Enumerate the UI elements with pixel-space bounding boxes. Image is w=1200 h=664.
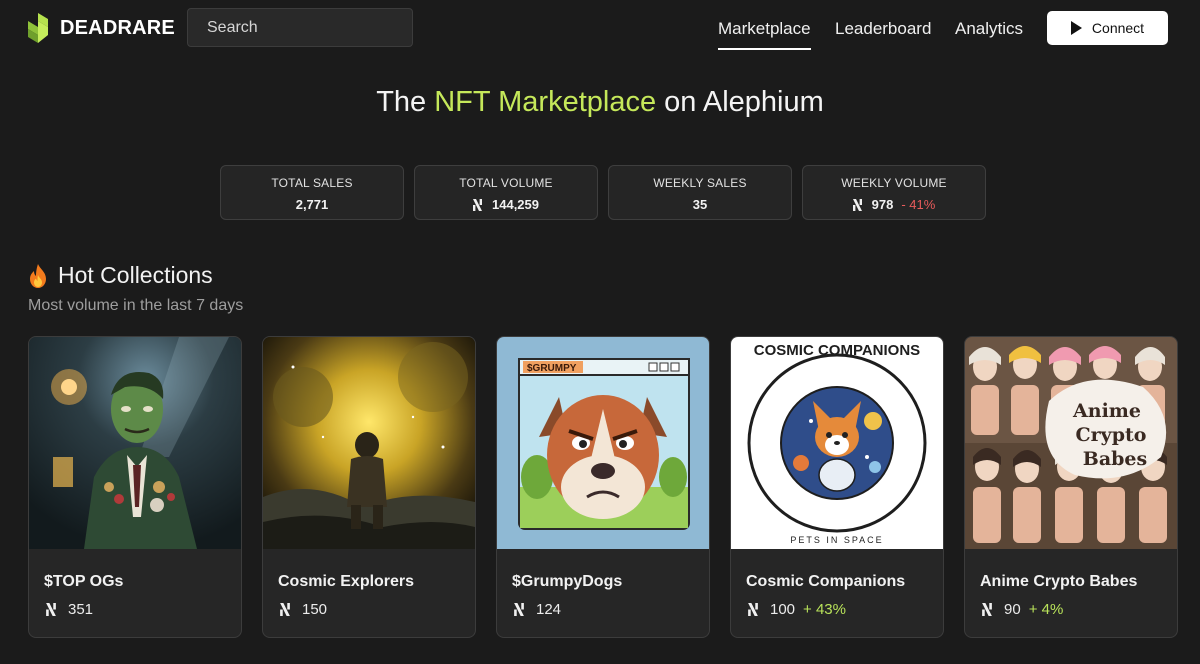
fire-icon bbox=[30, 263, 46, 288]
collection-volume: 150 bbox=[302, 601, 328, 618]
grumpy-dog-artwork-icon: $GRUMPY bbox=[497, 337, 709, 549]
collection-name: Anime Crypto Babes bbox=[980, 573, 1138, 590]
stat-weekly-volume: WEEKLY VOLUME 978 - 41% bbox=[802, 165, 986, 220]
hero-accent: NFT Marketplace bbox=[434, 86, 657, 118]
nav-leaderboard[interactable]: Leaderboard bbox=[835, 19, 931, 39]
collection-name: $TOP OGs bbox=[44, 573, 124, 590]
brand-logo[interactable]: DEADRARE bbox=[28, 13, 175, 43]
anime-badge-line-2: Crypto bbox=[1076, 424, 1147, 446]
hero-prefix: The bbox=[376, 86, 427, 118]
stat-value-row: 35 bbox=[609, 197, 791, 212]
collection-card-cosmic-companions[interactable]: COSMIC COMPANIONS PETS IN SPACE Cosmic C… bbox=[730, 336, 944, 638]
astronaut-nebula-artwork-icon bbox=[263, 337, 475, 549]
stat-label: WEEKLY SALES bbox=[653, 176, 747, 190]
collection-volume-row: 90 + 4% bbox=[982, 601, 1063, 618]
nav-analytics[interactable]: Analytics bbox=[955, 19, 1023, 39]
stat-value-row: 2,771 bbox=[221, 197, 403, 212]
alph-currency-icon bbox=[514, 603, 524, 616]
corgi-astronaut-artwork-icon: COSMIC COMPANIONS PETS IN SPACE bbox=[731, 337, 943, 549]
collection-card-top-ogs[interactable]: $TOP OGs 351 bbox=[28, 336, 242, 638]
stat-change-negative: - 41% bbox=[901, 197, 936, 212]
collection-image: $GRUMPY bbox=[497, 337, 709, 549]
alph-currency-icon bbox=[982, 603, 992, 616]
anime-badge-line-3: Babes bbox=[1083, 448, 1147, 470]
collection-card-cosmic-explorers[interactable]: Cosmic Explorers 150 bbox=[262, 336, 476, 638]
collection-card-grumpy-dogs[interactable]: $GRUMPY $GrumpyDogs 124 bbox=[496, 336, 710, 638]
collection-volume: 124 bbox=[536, 601, 562, 618]
top-header: DEADRARE Marketplace Leaderboard Analyti… bbox=[0, 0, 1200, 60]
stat-value-row: 144,259 bbox=[415, 197, 597, 212]
hero-suffix: on Alephium bbox=[664, 86, 824, 118]
deadrare-logo-icon bbox=[28, 13, 48, 43]
stat-label: TOTAL VOLUME bbox=[459, 176, 553, 190]
hero-title: The NFT Marketplace on Alephium bbox=[0, 86, 1200, 119]
stat-total-volume: TOTAL VOLUME 144,259 bbox=[414, 165, 598, 220]
stat-value: 144,259 bbox=[492, 197, 539, 212]
section-title-text: Hot Collections bbox=[58, 262, 213, 288]
collection-volume-row: 351 bbox=[46, 601, 93, 618]
nav-marketplace[interactable]: Marketplace bbox=[718, 19, 811, 50]
collection-volume: 90 bbox=[1004, 601, 1021, 618]
alph-currency-icon bbox=[46, 603, 56, 616]
anime-collage-artwork-icon: Anime Crypto Babes bbox=[965, 337, 1177, 549]
alph-currency-icon bbox=[280, 603, 290, 616]
section-subtitle: Most volume in the last 7 days bbox=[28, 297, 244, 314]
collection-volume: 351 bbox=[68, 601, 94, 618]
collection-volume: 100 bbox=[770, 601, 796, 618]
alph-currency-icon bbox=[852, 198, 862, 211]
companions-ring-text: COSMIC COMPANIONS bbox=[754, 342, 920, 359]
alph-currency-icon bbox=[473, 198, 482, 211]
collection-volume-row: 100 + 43% bbox=[748, 601, 846, 618]
anime-badge-line-1: Anime bbox=[1072, 400, 1141, 422]
collection-image bbox=[29, 337, 241, 549]
collection-card-anime-crypto-babes[interactable]: Anime Crypto Babes Anime Crypto Babes 90… bbox=[964, 336, 1178, 638]
collection-volume-row: 124 bbox=[514, 601, 561, 618]
collection-image: COSMIC COMPANIONS PETS IN SPACE bbox=[731, 337, 943, 549]
brand-name: DEADRARE bbox=[60, 16, 175, 39]
stat-total-sales: TOTAL SALES 2,771 bbox=[220, 165, 404, 220]
grumpy-banner-text: $GRUMPY bbox=[527, 363, 577, 374]
collection-name: Cosmic Companions bbox=[746, 573, 906, 590]
collection-change-positive: + 4% bbox=[1028, 601, 1064, 618]
collection-name: Cosmic Explorers bbox=[278, 573, 415, 590]
stat-value-row: 978 - 41% bbox=[803, 197, 985, 212]
connect-label: Connect bbox=[1091, 20, 1145, 36]
connect-button[interactable]: Connect bbox=[1047, 11, 1168, 45]
stat-value: 978 bbox=[871, 197, 894, 212]
collection-name: $GrumpyDogs bbox=[512, 573, 623, 590]
collection-volume-row: 150 bbox=[280, 601, 327, 618]
hot-collections-title: Hot Collections bbox=[28, 262, 213, 289]
stat-value: 2,771 bbox=[295, 197, 329, 212]
collection-image bbox=[263, 337, 475, 549]
stat-label: WEEKLY VOLUME bbox=[841, 176, 947, 190]
alph-currency-icon bbox=[748, 603, 758, 616]
stat-label: TOTAL SALES bbox=[271, 176, 353, 190]
search-input[interactable] bbox=[187, 8, 413, 47]
stat-weekly-sales: WEEKLY SALES 35 bbox=[608, 165, 792, 220]
collection-image: Anime Crypto Babes bbox=[965, 337, 1177, 549]
play-icon bbox=[1070, 21, 1082, 35]
zombie-suit-artwork-icon bbox=[29, 337, 241, 549]
companions-sub-text: PETS IN SPACE bbox=[790, 535, 883, 545]
collection-change-positive: + 43% bbox=[803, 601, 846, 618]
stat-value: 35 bbox=[692, 197, 708, 212]
